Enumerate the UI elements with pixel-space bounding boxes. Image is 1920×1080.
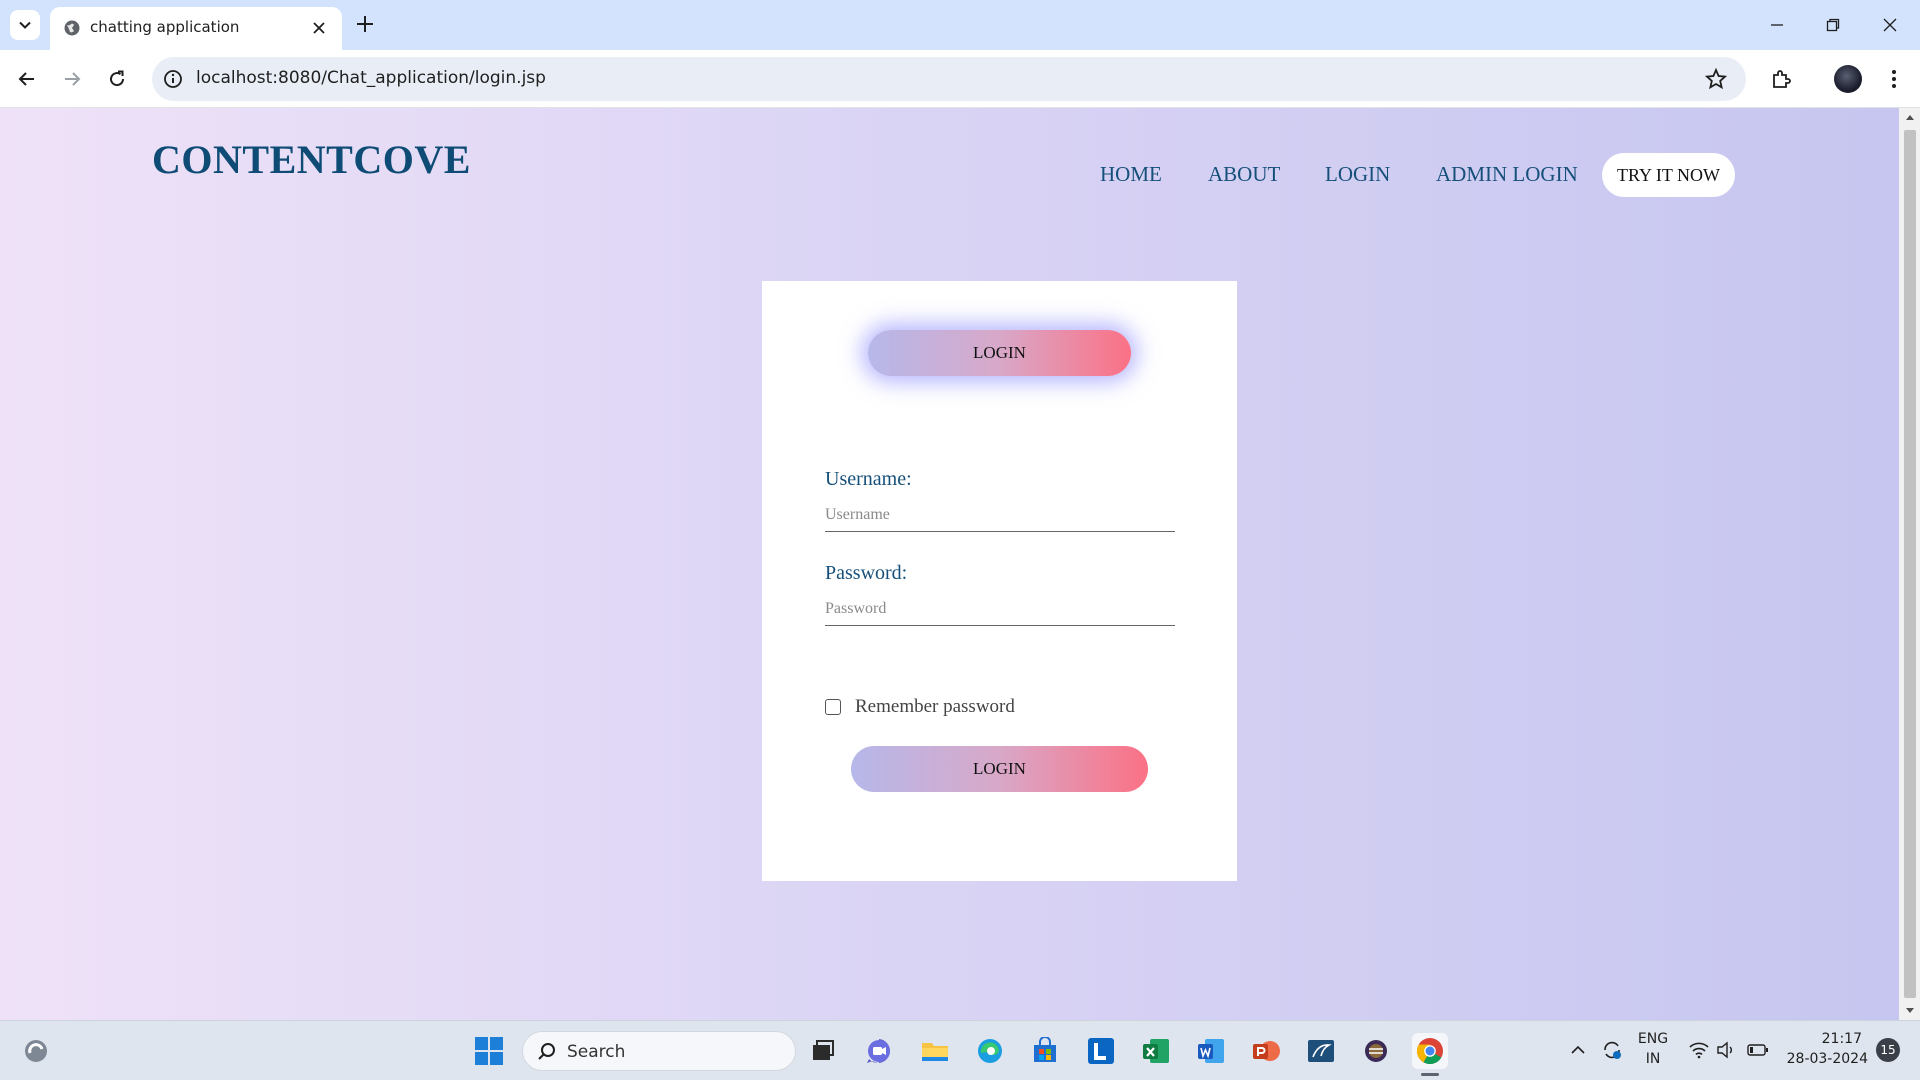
close-window-button[interactable] <box>1877 12 1903 38</box>
widgets-button[interactable] <box>18 1033 54 1069</box>
browser-toolbar: localhost:8080/Chat_application/login.js… <box>0 50 1920 108</box>
chrome-icon <box>1416 1038 1443 1065</box>
site-info-icon[interactable] <box>162 68 184 90</box>
bookmark-star-icon[interactable] <box>1704 67 1728 91</box>
nav-about[interactable]: ABOUT <box>1208 162 1280 187</box>
remember-password-checkbox[interactable] <box>825 699 841 715</box>
profile-avatar[interactable] <box>1834 65 1862 93</box>
taskbar-app-store[interactable] <box>1027 1033 1063 1069</box>
nav-login[interactable]: LOGIN <box>1325 162 1390 187</box>
scroll-thumb[interactable] <box>1904 130 1916 998</box>
nav-admin-login[interactable]: ADMIN LOGIN <box>1436 162 1578 187</box>
folder-icon <box>922 1043 948 1061</box>
battery-icon[interactable] <box>1747 1043 1769 1057</box>
eclipse-icon <box>1365 1040 1387 1062</box>
active-app-indicator <box>1421 1073 1439 1076</box>
extensions-button[interactable] <box>1768 66 1794 92</box>
page-viewport: CONTENTCOVE HOME ABOUT LOGIN ADMIN LOGIN… <box>0 108 1899 1020</box>
scroll-down-icon[interactable] <box>1904 1004 1916 1016</box>
try-it-now-button[interactable]: TRY IT NOW <box>1602 153 1735 197</box>
sync-icon[interactable] <box>1600 1038 1624 1062</box>
store-icon <box>1034 1037 1056 1062</box>
search-label: Search <box>567 1042 626 1062</box>
taskbar-app-teams[interactable] <box>861 1033 897 1069</box>
scroll-up-icon[interactable] <box>1904 112 1916 124</box>
username-label: Username: <box>825 468 912 490</box>
windows-logo-icon <box>475 1037 503 1065</box>
clock-date[interactable]: 28-03-2024 <box>1776 1051 1868 1067</box>
browser-tab-active[interactable]: chatting application <box>50 7 342 50</box>
close-icon <box>1883 18 1897 32</box>
nav-home[interactable]: HOME <box>1100 162 1162 187</box>
arrow-left-icon <box>18 72 34 86</box>
forward-button[interactable] <box>59 66 85 92</box>
notification-badge[interactable]: 15 <box>1876 1038 1900 1062</box>
brand-logo[interactable]: CONTENTCOVE <box>152 136 471 183</box>
windows-taskbar: Search ENG IN 21:17 28-03-2024 <box>0 1020 1920 1080</box>
taskbar-app-l[interactable] <box>1083 1033 1119 1069</box>
edge-icon <box>978 1039 1002 1063</box>
taskbar-search[interactable]: Search <box>522 1031 796 1071</box>
url-text[interactable]: localhost:8080/Chat_application/login.js… <box>196 68 546 88</box>
taskbar-app-excel[interactable] <box>1138 1033 1174 1069</box>
powerpoint-icon <box>1253 1041 1280 1061</box>
login-card: LOGIN Username: Password: Remember passw… <box>762 281 1237 881</box>
chevron-down-icon <box>19 21 31 29</box>
restore-button[interactable] <box>1820 12 1846 38</box>
taskbar-app-edge[interactable] <box>972 1033 1008 1069</box>
start-button[interactable] <box>471 1033 507 1069</box>
puzzle-icon <box>1773 70 1791 88</box>
teams-meet-icon <box>867 1039 890 1063</box>
region-indicator[interactable]: IN <box>1636 1051 1670 1067</box>
tab-title: chatting application <box>90 18 240 36</box>
volume-icon[interactable] <box>1716 1041 1736 1059</box>
page-scrollbar[interactable] <box>1899 108 1920 1020</box>
word-icon <box>1198 1039 1224 1063</box>
password-field-wrapper <box>825 592 1175 626</box>
remember-password-row: Remember password <box>825 696 1015 718</box>
taskbar-app-file-explorer[interactable] <box>917 1033 953 1069</box>
taskbar-app-sql[interactable] <box>1303 1033 1339 1069</box>
taskbar-app-eclipse[interactable] <box>1358 1033 1394 1069</box>
reload-icon <box>110 70 125 87</box>
minimize-icon <box>1771 24 1783 26</box>
address-bar[interactable]: localhost:8080/Chat_application/login.js… <box>152 57 1746 101</box>
language-indicator[interactable]: ENG <box>1636 1031 1670 1047</box>
taskbar-app-task-view[interactable] <box>805 1033 841 1069</box>
l-app-icon <box>1088 1038 1114 1064</box>
minimize-button[interactable] <box>1764 12 1790 38</box>
weather-icon <box>25 1040 47 1062</box>
back-button[interactable] <box>14 66 40 92</box>
task-view-icon <box>813 1040 834 1060</box>
globe-icon <box>64 20 80 36</box>
login-header-button[interactable]: LOGIN <box>868 330 1131 376</box>
remember-password-label[interactable]: Remember password <box>855 696 1015 718</box>
more-vertical-icon <box>1892 70 1896 88</box>
password-label: Password: <box>825 562 908 584</box>
taskbar-app-chrome[interactable] <box>1412 1033 1448 1069</box>
close-tab-icon[interactable] <box>310 19 328 37</box>
chrome-menu-button[interactable] <box>1881 66 1907 92</box>
arrow-right-icon <box>65 72 81 86</box>
wifi-icon[interactable] <box>1688 1041 1710 1059</box>
chevron-up-icon[interactable] <box>1570 1043 1586 1057</box>
excel-icon <box>1143 1039 1169 1063</box>
clock-time[interactable]: 21:17 <box>1782 1031 1862 1047</box>
browser-tab-bar: chatting application <box>0 0 1920 50</box>
taskbar-app-word[interactable] <box>1193 1033 1229 1069</box>
username-field-wrapper <box>825 498 1175 532</box>
sql-workbench-icon <box>1308 1040 1334 1062</box>
username-input[interactable] <box>825 498 1175 531</box>
tab-search-button[interactable] <box>10 10 40 40</box>
new-tab-icon[interactable] <box>354 13 376 35</box>
restore-icon <box>1826 18 1840 32</box>
login-submit-button[interactable]: LOGIN <box>851 746 1148 792</box>
password-input[interactable] <box>825 592 1175 625</box>
taskbar-app-powerpoint[interactable] <box>1248 1033 1284 1069</box>
reload-button[interactable] <box>104 66 130 92</box>
search-icon <box>538 1043 555 1060</box>
